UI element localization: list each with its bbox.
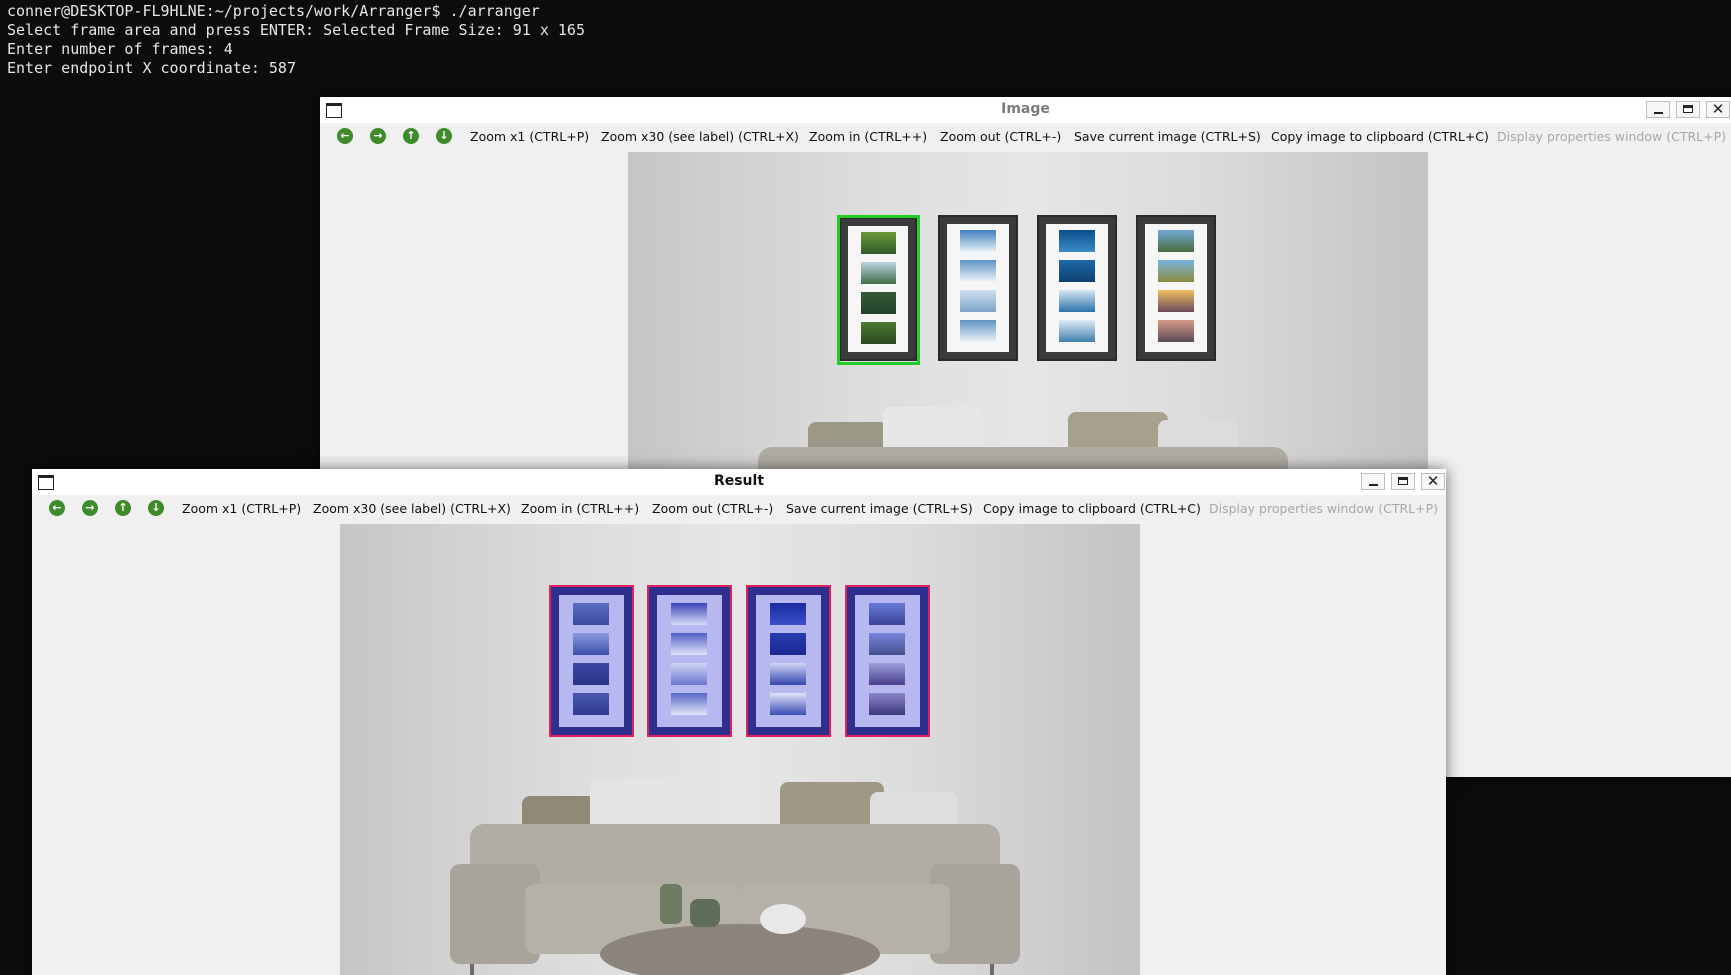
maximize-icon [1683,105,1693,113]
result-window[interactable]: Result ✕ ← → ↑ ↓ Zoom x1 (CTRL+P) Zoom x… [32,469,1446,975]
minimize-icon [1369,484,1378,486]
maximize-icon [1398,477,1408,485]
save-image-button[interactable]: Save current image (CTRL+S) [786,501,973,516]
minimize-icon [1654,112,1663,114]
copy-image-button[interactable]: Copy image to clipboard (CTRL+C) [1271,129,1489,144]
arrow-right-icon[interactable]: → [82,500,98,516]
window-title: Image [1001,101,1050,117]
arrow-right-icon[interactable]: → [370,128,386,144]
zoom-x30-button[interactable]: Zoom x30 (see label) (CTRL+X) [601,129,799,144]
arrow-down-icon[interactable]: ↓ [436,128,452,144]
result-window-titlebar[interactable]: Result ✕ [32,469,1446,496]
result-canvas[interactable] [340,524,1140,975]
image-window-titlebar[interactable]: Image ✕ [320,97,1731,124]
maximize-button[interactable] [1391,473,1415,490]
arrow-left-icon[interactable]: ← [337,128,353,144]
picture-frame [1037,215,1117,361]
terminal-line: conner@DESKTOP-FL9HLNE:~/projects/work/A… [7,2,540,20]
arrow-up-icon[interactable]: ↑ [403,128,419,144]
terminal-line: Enter endpoint X coordinate: 587 [7,59,296,77]
zoom-in-button[interactable]: Zoom in (CTRL++) [809,129,927,144]
image-toolbar: ← → ↑ ↓ Zoom x1 (CTRL+P) Zoom x30 (see l… [320,123,1731,149]
picture-frame [938,215,1018,361]
zoom-out-button[interactable]: Zoom out (CTRL+-) [940,129,1061,144]
close-button[interactable]: ✕ [1706,101,1730,118]
minimize-button[interactable] [1361,473,1385,490]
window-title: Result [713,473,765,489]
zoom-x30-button[interactable]: Zoom x30 (see label) (CTRL+X) [313,501,511,516]
arrow-left-icon[interactable]: ← [49,500,65,516]
zoom-x1-button[interactable]: Zoom x1 (CTRL+P) [182,501,301,516]
result-toolbar: ← → ↑ ↓ Zoom x1 (CTRL+P) Zoom x30 (see l… [32,495,1446,521]
maximize-button[interactable] [1676,101,1700,118]
zoom-x1-button[interactable]: Zoom x1 (CTRL+P) [470,129,589,144]
display-properties-button: Display properties window (CTRL+P) [1497,129,1726,144]
recolored-frame [647,585,732,737]
recolored-frame [746,585,831,737]
close-icon: ✕ [1426,472,1440,490]
arrow-down-icon[interactable]: ↓ [148,500,164,516]
recolored-frame [845,585,930,737]
zoom-in-button[interactable]: Zoom in (CTRL++) [521,501,639,516]
zoom-out-button[interactable]: Zoom out (CTRL+-) [652,501,773,516]
arrow-up-icon[interactable]: ↑ [115,500,131,516]
minimize-button[interactable] [1646,101,1670,118]
save-image-button[interactable]: Save current image (CTRL+S) [1074,129,1261,144]
recolored-frame [549,585,634,737]
close-button[interactable]: ✕ [1421,473,1445,490]
terminal-line: Select frame area and press ENTER: Selec… [7,21,585,39]
copy-image-button[interactable]: Copy image to clipboard (CTRL+C) [983,501,1201,516]
close-icon: ✕ [1711,100,1725,118]
terminal-line: Enter number of frames: 4 [7,40,233,58]
picture-frame [1136,215,1216,361]
frame-selection-box[interactable] [837,215,920,365]
display-properties-button: Display properties window (CTRL+P) [1209,501,1438,516]
